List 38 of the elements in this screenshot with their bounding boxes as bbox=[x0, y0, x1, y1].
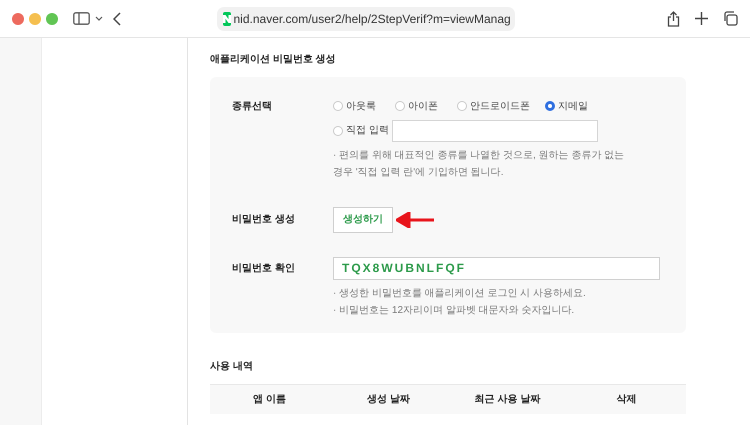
column-header: 삭제 bbox=[616, 392, 638, 406]
url-text: nid.naver.com/user2/help/2StepVerif?m=viewManag bbox=[234, 10, 511, 28]
option-label: 아웃룩 bbox=[346, 100, 376, 114]
radio-button[interactable] bbox=[457, 101, 467, 111]
text-field[interactable] bbox=[392, 120, 598, 142]
section-title: 사용 내역 bbox=[210, 360, 254, 374]
option-label: 안드로이드폰 bbox=[470, 100, 530, 114]
radio-button[interactable] bbox=[333, 126, 343, 136]
generate-button[interactable]: 생성하기 bbox=[333, 206, 393, 232]
help-note: · 생성한 비밀번호를 애플리케이션 로그인 시 사용하세요. bbox=[333, 286, 586, 300]
tabs-icon[interactable] bbox=[723, 11, 738, 26]
site-icon bbox=[223, 12, 231, 26]
radio-button[interactable] bbox=[395, 101, 405, 111]
radio-button[interactable] bbox=[333, 101, 343, 111]
field-label: 종류선택 bbox=[232, 100, 273, 114]
arrow-icon bbox=[396, 212, 434, 228]
share-icon[interactable] bbox=[667, 10, 680, 26]
plus-icon[interactable] bbox=[695, 12, 708, 25]
field-label: 비밀번호 생성 bbox=[232, 213, 296, 227]
help-note: · 편의를 위해 대표적인 종류를 나열한 것으로, 원하는 종류가 없는 경우 '직접 입력 란'에 기입하면 됩니다. bbox=[333, 148, 626, 180]
password-field[interactable]: TQX8WUBNLFQF bbox=[333, 256, 660, 280]
back-icon[interactable] bbox=[113, 12, 121, 26]
option-label: 지메일 bbox=[558, 100, 588, 114]
column-header: 최근 사용 날짜 bbox=[474, 392, 542, 406]
column-header: 생성 날짜 bbox=[366, 392, 411, 406]
radio-button[interactable] bbox=[545, 101, 555, 111]
column-header: 앱 이름 bbox=[252, 392, 287, 406]
minimize-icon[interactable] bbox=[29, 12, 41, 24]
sidebar-icon[interactable] bbox=[73, 12, 90, 25]
help-note: · 비밀번호는 12자리이며 알파벳 대문자와 숫자입니다. bbox=[333, 304, 574, 318]
field-label: 비밀번호 확인 bbox=[232, 262, 296, 276]
zoom-icon[interactable] bbox=[46, 12, 58, 24]
address-bar[interactable]: nid.naver.com/user2/help/2StepVerif?m=viewManag bbox=[217, 6, 515, 30]
close-icon[interactable] bbox=[12, 12, 24, 24]
option-label: 직접 입력 bbox=[346, 124, 389, 138]
section-title: 애플리케이션 비밀번호 생성 bbox=[210, 53, 337, 67]
caret-icon[interactable] bbox=[95, 16, 103, 21]
option-label: 아이폰 bbox=[408, 100, 438, 114]
